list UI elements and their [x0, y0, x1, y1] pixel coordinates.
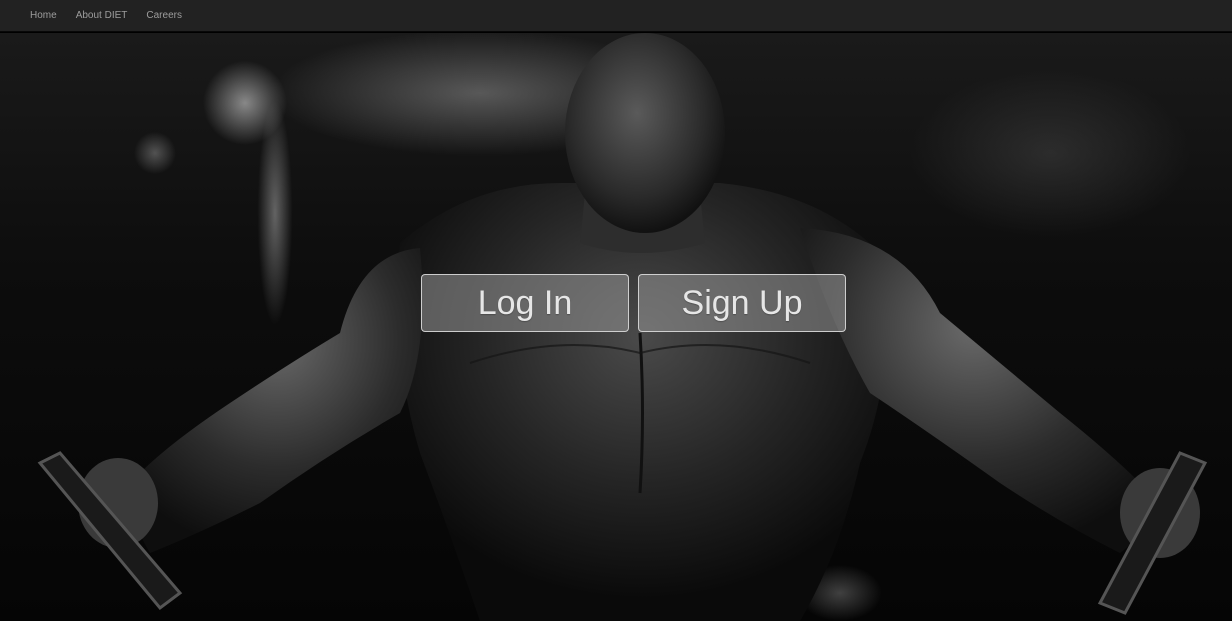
- signup-button[interactable]: Sign Up: [638, 274, 846, 332]
- login-button[interactable]: Log In: [421, 274, 629, 332]
- auth-button-group: Log In Sign Up: [421, 274, 846, 332]
- nav-link-about-diet[interactable]: About DIET: [76, 10, 128, 21]
- nav-link-careers[interactable]: Careers: [146, 10, 182, 21]
- top-navbar: Home About DIET Careers: [0, 0, 1232, 32]
- nav-link-home[interactable]: Home: [30, 10, 57, 21]
